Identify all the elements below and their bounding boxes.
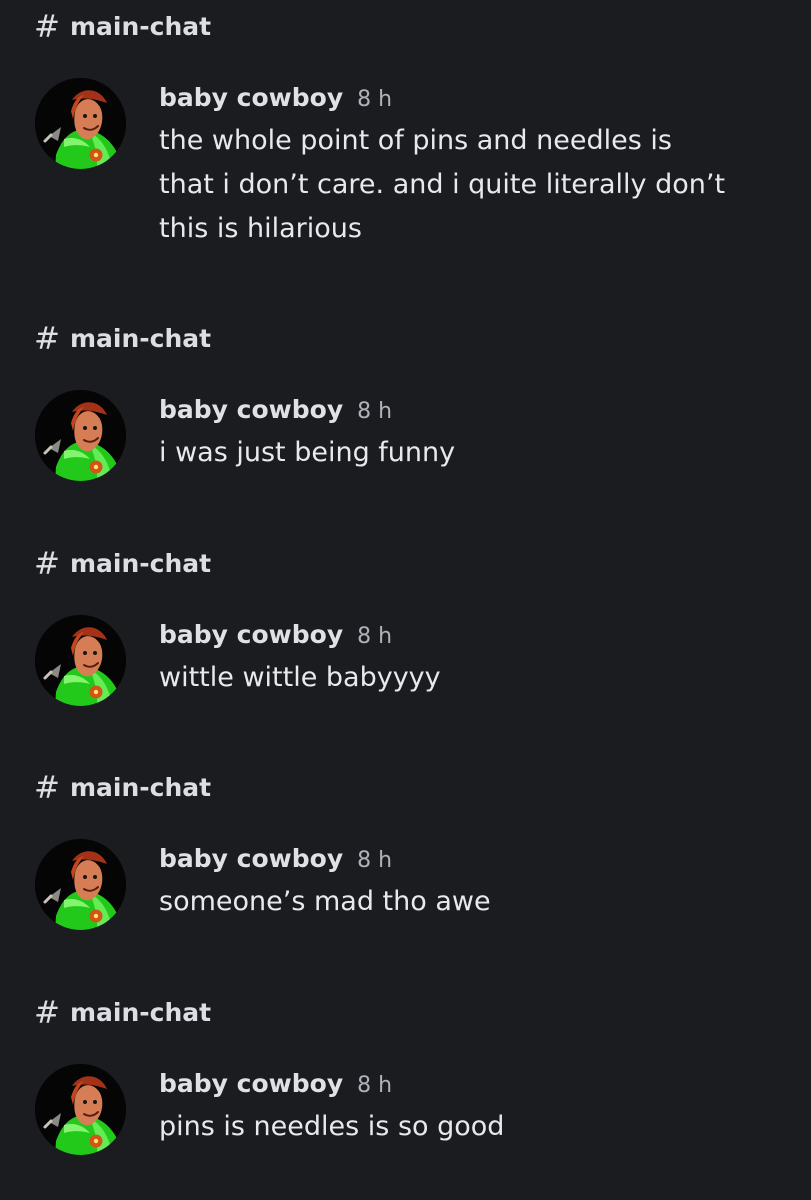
channel-header[interactable]: # main-chat [34,768,211,808]
message-line: the whole point of pins and needles is [159,125,672,156]
message-line: pins is needles is so good [159,1111,505,1142]
author-name[interactable]: baby cowboy [159,80,343,116]
author-name[interactable]: baby cowboy [159,841,343,877]
timestamp: 8 h [357,624,393,649]
channel-name[interactable]: main-chat [70,544,211,584]
avatar[interactable] [35,390,126,481]
hash-icon: # [34,770,60,806]
channel-name[interactable]: main-chat [70,7,211,47]
message-text: the whole point of pins and needles is t… [159,119,789,251]
message-text: i was just being funny [159,431,789,475]
message-line: that i don’t care. and i quite literally… [159,169,726,200]
message-text: pins is needles is so good [159,1105,789,1149]
channel-name[interactable]: main-chat [70,993,211,1033]
message-meta: baby cowboy 8 h [159,80,392,118]
author-name[interactable]: baby cowboy [159,1066,343,1102]
hash-icon: # [34,995,60,1031]
message-line: someone’s mad tho awe [159,886,491,917]
avatar[interactable] [35,78,126,169]
avatar[interactable] [35,615,126,706]
message-line: wittle wittle babyyyy [159,662,441,693]
channel-header[interactable]: # main-chat [34,544,211,584]
message-meta: baby cowboy 8 h [159,392,392,430]
channel-header[interactable]: # main-chat [34,319,211,359]
channel-header[interactable]: # main-chat [34,7,211,47]
avatar[interactable] [35,1064,126,1155]
hash-icon: # [34,546,60,582]
message-text: someone’s mad tho awe [159,880,789,924]
message-line: this is hilarious [159,213,362,244]
message-text: wittle wittle babyyyy [159,656,789,700]
message-meta: baby cowboy 8 h [159,1066,392,1104]
hash-icon: # [34,321,60,357]
message-meta: baby cowboy 8 h [159,841,392,879]
channel-name[interactable]: main-chat [70,319,211,359]
avatar[interactable] [35,839,126,930]
timestamp: 8 h [357,399,393,424]
message-line: i was just being funny [159,437,456,468]
channel-name[interactable]: main-chat [70,768,211,808]
hash-icon: # [34,9,60,45]
channel-header[interactable]: # main-chat [34,993,211,1033]
timestamp: 8 h [357,848,393,873]
message-meta: baby cowboy 8 h [159,617,392,655]
author-name[interactable]: baby cowboy [159,392,343,428]
timestamp: 8 h [357,1073,393,1098]
timestamp: 8 h [357,87,393,112]
author-name[interactable]: baby cowboy [159,617,343,653]
